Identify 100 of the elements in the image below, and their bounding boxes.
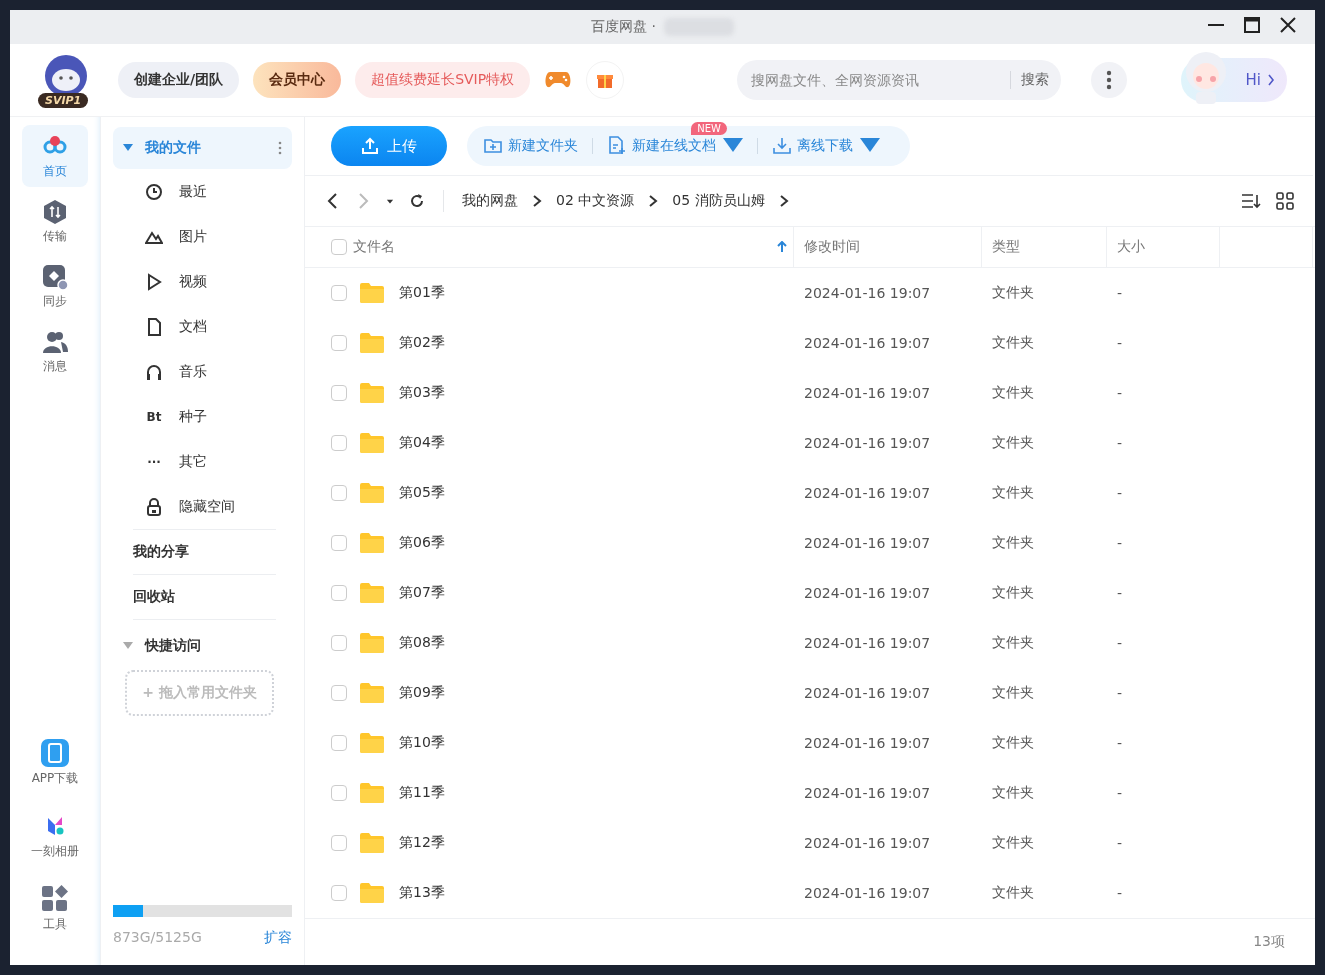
file-size: - xyxy=(1117,585,1123,601)
nav-rail-item[interactable]: 首页 xyxy=(22,125,88,187)
quick-access-header[interactable]: 快捷访问 xyxy=(113,626,292,666)
file-name[interactable]: 第10季 xyxy=(399,734,445,752)
file-type: 文件夹 xyxy=(992,534,1034,552)
file-name[interactable]: 第06季 xyxy=(399,534,445,552)
gamepad-icon[interactable] xyxy=(544,70,573,90)
folder-icon xyxy=(359,282,385,304)
row-checkbox[interactable] xyxy=(331,785,347,801)
file-name[interactable]: 第02季 xyxy=(399,334,445,352)
modified-time: 2024-01-16 19:07 xyxy=(804,335,931,351)
refresh-icon[interactable] xyxy=(409,193,425,209)
breadcrumb-link[interactable]: 05 消防员山姆 xyxy=(672,192,765,210)
row-checkbox[interactable] xyxy=(331,635,347,651)
folder-icon xyxy=(359,532,385,554)
nav-rail-item[interactable]: 工具 xyxy=(22,876,88,940)
chevron-icon xyxy=(648,195,659,207)
toolbar-action[interactable]: 新建在线文档 xyxy=(607,136,757,156)
folder-icon xyxy=(359,482,385,504)
file-size: - xyxy=(1117,785,1123,801)
file-size: - xyxy=(1117,285,1123,301)
breadcrumb-link[interactable]: 02 中文资源 xyxy=(556,192,635,210)
play-icon xyxy=(145,272,163,291)
modified-time: 2024-01-16 19:07 xyxy=(804,485,931,501)
row-checkbox[interactable] xyxy=(331,335,347,351)
sort-icon[interactable] xyxy=(1241,191,1261,211)
file-size: - xyxy=(1117,635,1123,651)
row-checkbox[interactable] xyxy=(331,735,347,751)
svip-badge: SVIP1 xyxy=(38,93,89,108)
nav-rail-item[interactable]: 一刻相册 xyxy=(22,803,88,867)
maximize-icon[interactable] xyxy=(1241,14,1263,36)
more-button[interactable] xyxy=(1091,62,1127,98)
file-name[interactable]: 第01季 xyxy=(399,284,445,302)
column-header[interactable]: 大小 xyxy=(1107,227,1220,267)
row-checkbox[interactable] xyxy=(331,685,347,701)
toolbar-action[interactable]: 离线下载 xyxy=(772,136,894,156)
tools-icon xyxy=(40,883,70,914)
search-button[interactable]: 搜索 xyxy=(1010,71,1049,89)
file-name[interactable]: 第03季 xyxy=(399,384,445,402)
row-checkbox[interactable] xyxy=(331,835,347,851)
sidebar-item[interactable]: 文档 xyxy=(113,304,292,349)
expand-storage-link[interactable]: 扩容 xyxy=(264,929,292,947)
folder-icon xyxy=(359,332,385,354)
folder-plus-icon xyxy=(483,136,503,156)
gift-button[interactable] xyxy=(586,61,625,99)
modified-time: 2024-01-16 19:07 xyxy=(804,585,931,601)
folder-icon xyxy=(359,832,385,854)
row-checkbox[interactable] xyxy=(331,585,347,601)
sidebar-item[interactable]: Bt 种子 xyxy=(113,394,292,439)
file-size: - xyxy=(1117,685,1123,701)
modified-time: 2024-01-16 19:07 xyxy=(804,885,931,901)
file-name[interactable]: 第05季 xyxy=(399,484,445,502)
folder-icon xyxy=(359,582,385,604)
nav-rail-item[interactable]: 传输 xyxy=(22,190,88,252)
create-team-button[interactable]: 创建企业/团队 xyxy=(118,62,240,98)
row-checkbox[interactable] xyxy=(331,385,347,401)
row-checkbox[interactable] xyxy=(331,285,347,301)
file-type: 文件夹 xyxy=(992,684,1034,702)
sidebar-item[interactable]: 音乐 xyxy=(113,349,292,394)
sidebar-item[interactable]: 最近 xyxy=(113,169,292,214)
file-size: - xyxy=(1117,735,1123,751)
sidebar-item[interactable]: ··· 其它 xyxy=(113,439,292,484)
sidebar-link[interactable]: 回收站 xyxy=(113,575,292,619)
file-name[interactable]: 第08季 xyxy=(399,634,445,652)
file-name[interactable]: 第13季 xyxy=(399,884,445,902)
file-size: - xyxy=(1117,335,1123,351)
nav-rail-item[interactable]: 同步 xyxy=(22,255,88,317)
sidebar-item[interactable]: 视频 xyxy=(113,259,292,304)
chevron-icon xyxy=(532,195,542,207)
file-name[interactable]: 第04季 xyxy=(399,434,445,452)
select-all-checkbox[interactable] xyxy=(331,239,347,255)
breadcrumb-link[interactable]: 我的网盘 xyxy=(462,192,518,210)
row-checkbox[interactable] xyxy=(331,435,347,451)
download-icon xyxy=(772,136,792,156)
my-files-item[interactable]: 我的文件 xyxy=(113,127,292,169)
folder-icon xyxy=(359,382,385,404)
file-name[interactable]: 第11季 xyxy=(399,784,445,802)
modified-time: 2024-01-16 19:07 xyxy=(804,785,931,801)
vip-center-button[interactable]: 会员中心 xyxy=(253,62,342,98)
row-checkbox[interactable] xyxy=(331,485,347,501)
row-checkbox[interactable] xyxy=(331,885,347,901)
nav-rail-item[interactable]: 消息 xyxy=(22,320,88,382)
sidebar-item[interactable]: 隐藏空间 xyxy=(113,484,292,529)
file-name[interactable]: 第12季 xyxy=(399,834,445,852)
search-field[interactable]: 搜网盘文件、全网资源资讯 搜索 xyxy=(737,60,1061,100)
folder-icon xyxy=(359,682,385,704)
column-header[interactable]: 修改时间 xyxy=(794,227,982,267)
column-header[interactable]: 类型 xyxy=(982,227,1107,267)
file-name[interactable]: 第09季 xyxy=(399,684,445,702)
sidebar-item[interactable]: 图片 xyxy=(113,214,292,259)
phone-icon xyxy=(40,737,70,768)
column-header[interactable]: 文件名 xyxy=(349,227,794,267)
folder-icon xyxy=(359,632,385,654)
toolbar-action[interactable]: 新建文件夹 xyxy=(483,136,592,156)
sidebar-link[interactable]: 我的分享 xyxy=(113,530,292,574)
file-name[interactable]: 第07季 xyxy=(399,584,445,602)
row-checkbox[interactable] xyxy=(331,535,347,551)
grid-view-icon[interactable] xyxy=(1275,191,1295,211)
nav-rail-item[interactable]: APP下载 xyxy=(22,730,88,794)
folder-icon xyxy=(359,732,385,754)
